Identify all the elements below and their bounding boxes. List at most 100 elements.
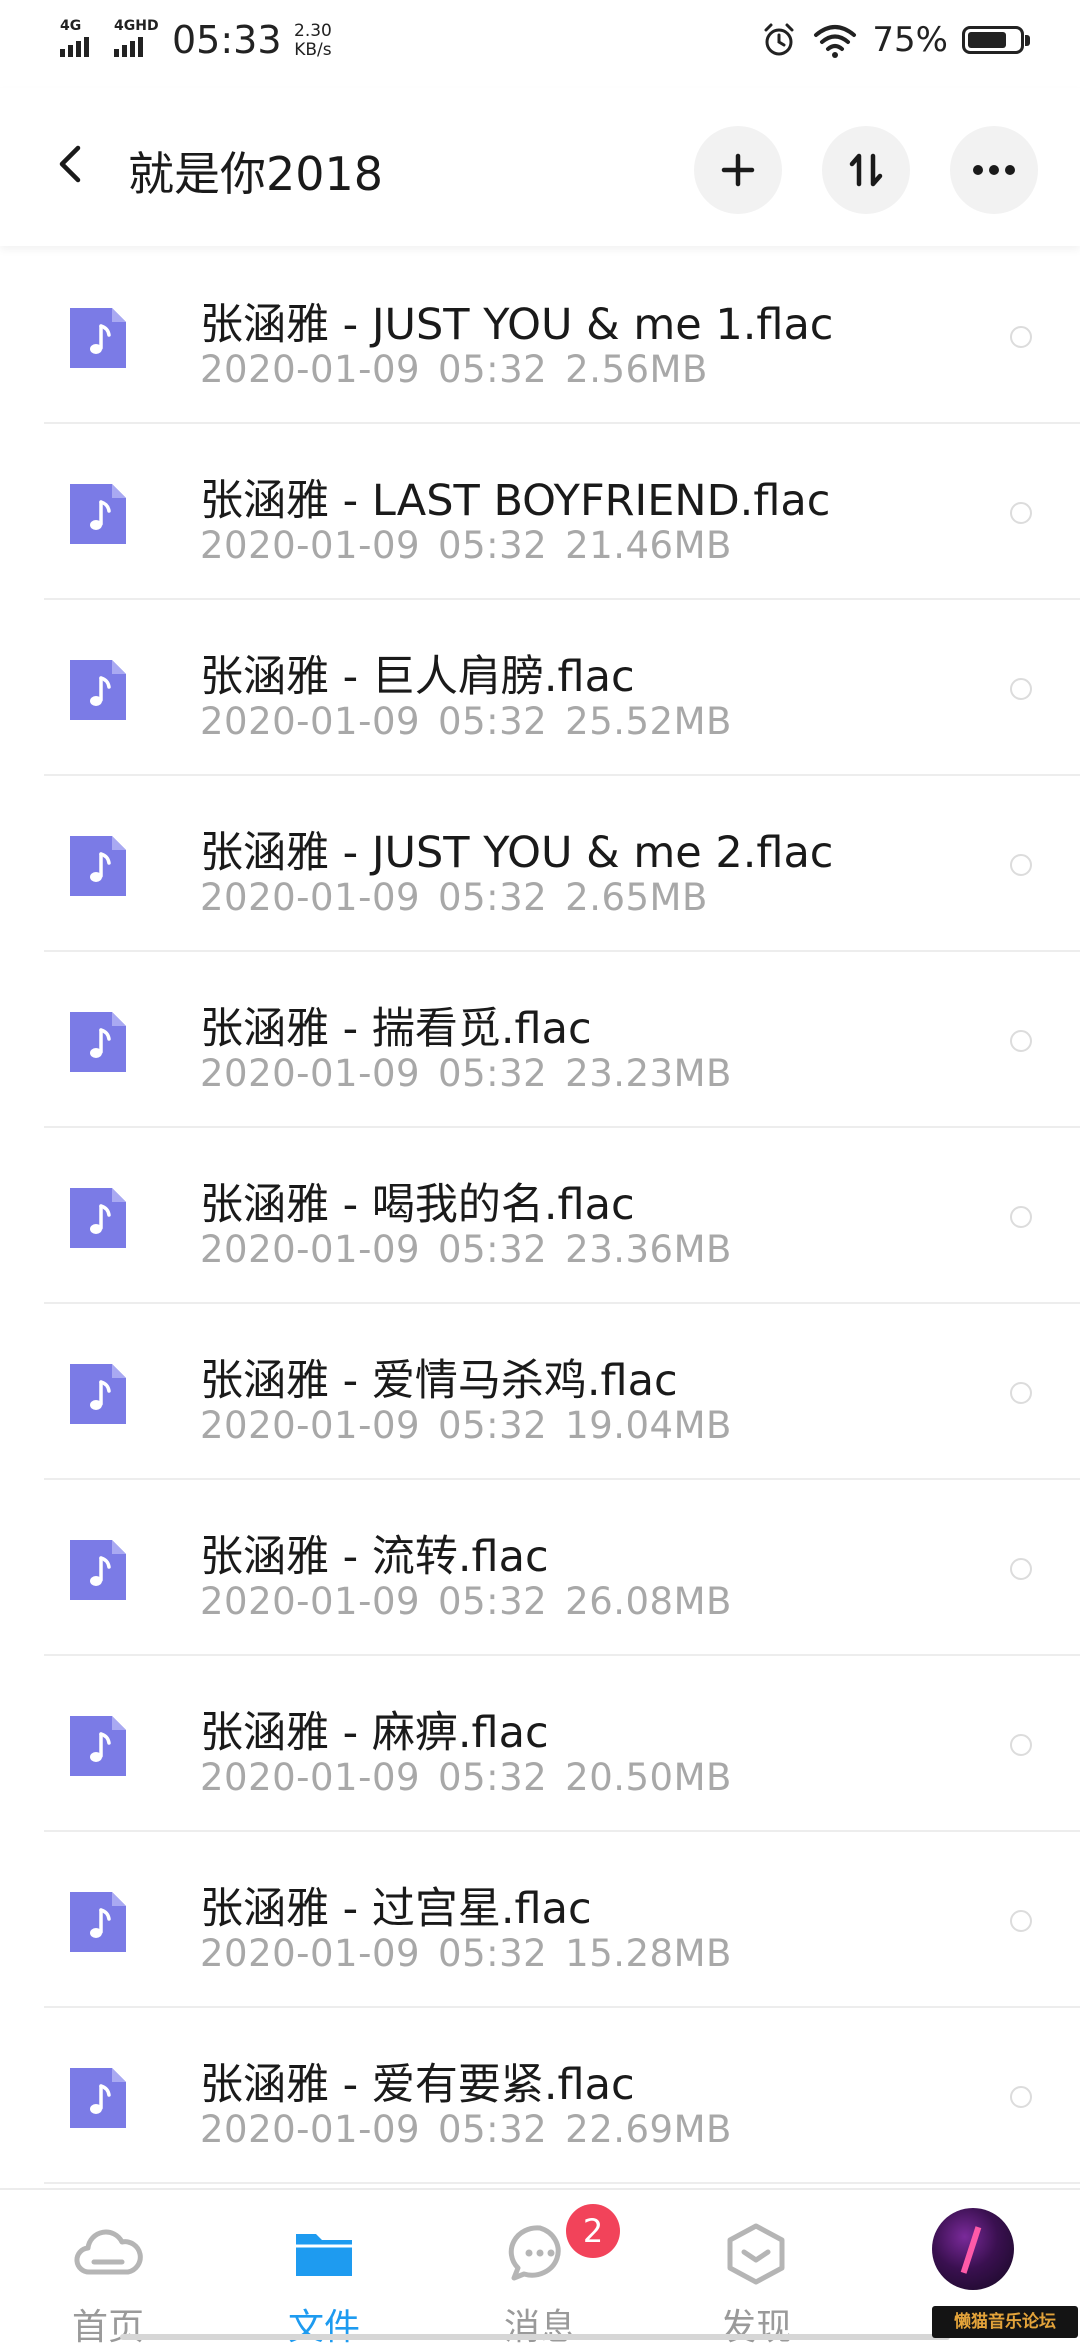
file-row[interactable]: 张涵雅 - 麻痹.flac 2020-01-09 05:32 20.50MB [0,1656,1080,1832]
home-indicator [120,2334,950,2340]
sort-icon [849,153,883,187]
music-file-icon [70,1892,126,1952]
tab-label: 发现 [719,2307,792,2348]
file-row[interactable]: 张涵雅 - 爱有要紧.flac 2020-01-09 05:32 22.69MB [0,2008,1080,2184]
file-date: 2020-01-09 [200,700,421,743]
tab-discover[interactable]: 发现 [648,2190,864,2348]
network-speed: 2.30 KB/s [294,21,332,60]
file-row[interactable]: 张涵雅 - JUST YOU & me 1.flac 2020-01-09 05:… [0,248,1080,424]
file-size: 23.36MB [565,1228,732,1271]
file-name: 张涵雅 - 流转.flac [200,1532,549,1582]
select-radio[interactable] [1010,1030,1032,1052]
more-button[interactable] [950,126,1038,214]
file-name: 张涵雅 - 喝我的名.flac [200,1180,635,1230]
file-name: 张涵雅 - 麻痹.flac [200,1708,549,1758]
file-date: 2020-01-09 [200,1404,421,1447]
select-radio[interactable] [1010,1910,1032,1932]
file-date: 2020-01-09 [200,348,421,391]
select-radio[interactable] [1010,1734,1032,1756]
select-radio[interactable] [1010,1382,1032,1404]
file-time: 05:32 [438,1580,548,1623]
file-meta: 2020-01-09 05:32 21.46MB [200,524,732,567]
status-bar: 4G 4GHD 05:33 2.30 KB/s 75% [0,0,1080,88]
file-row[interactable]: 张涵雅 - 过宫星.flac 2020-01-09 05:32 15.28MB [0,1832,1080,2008]
file-time: 05:32 [438,1756,548,1799]
file-size: 21.46MB [565,524,732,567]
back-button[interactable] [44,136,100,192]
select-radio[interactable] [1010,2086,1032,2108]
battery-fill [968,32,1006,48]
file-row[interactable]: 张涵雅 - LAST BOYFRIEND.flac 2020-01-09 05:3… [0,424,1080,600]
discover-icon [727,2223,785,2285]
music-file-icon [70,660,126,720]
cellular-signal-1: 4G [60,18,89,57]
file-row[interactable]: 张涵雅 - 巨人肩膀.flac 2020-01-09 05:32 25.52MB [0,600,1080,776]
file-size: 2.56MB [565,348,708,391]
select-radio[interactable] [1010,326,1032,348]
music-file-icon [70,1012,126,1072]
file-name: 张涵雅 - 爱有要紧.flac [200,2060,635,2110]
add-button[interactable] [694,126,782,214]
file-time: 05:32 [438,1228,548,1271]
file-row[interactable]: 张涵雅 - 流转.flac 2020-01-09 05:32 26.08MB [0,1480,1080,1656]
file-meta: 2020-01-09 05:32 23.23MB [200,1052,732,1095]
tab-label: 首页 [71,2307,144,2348]
tab-home[interactable]: 首页 [0,2190,216,2348]
music-file-icon [70,1716,126,1776]
music-file-icon [70,836,126,896]
select-radio[interactable] [1010,854,1032,876]
cloud-icon [74,2229,143,2275]
page-title: 就是你2018 [128,147,384,201]
music-file-icon [70,308,126,368]
file-meta: 2020-01-09 05:32 23.36MB [200,1228,732,1271]
file-size: 19.04MB [565,1404,732,1447]
file-name: 张涵雅 - 过宫星.flac [200,1884,592,1934]
music-file-icon [70,1364,126,1424]
select-radio[interactable] [1010,678,1032,700]
sort-button[interactable] [822,126,910,214]
select-radio[interactable] [1010,502,1032,524]
file-meta: 2020-01-09 05:32 25.52MB [200,700,732,743]
music-file-icon [70,484,126,544]
file-name: 张涵雅 - 巨人肩膀.flac [200,652,635,702]
file-row[interactable]: 张涵雅 - 爱情马杀鸡.flac 2020-01-09 05:32 19.04MB [0,1304,1080,1480]
file-meta: 2020-01-09 05:32 26.08MB [200,1580,732,1623]
tab-label: 消息 [503,2307,576,2348]
tab-label: 文件 [287,2307,360,2348]
select-radio[interactable] [1010,1206,1032,1228]
tab-files[interactable]: 文件 [216,2190,432,2348]
file-meta: 2020-01-09 05:32 22.69MB [200,2108,732,2151]
chevron-left-icon [59,145,81,183]
file-time: 05:32 [438,1052,548,1095]
music-file-icon [70,2068,126,2128]
file-date: 2020-01-09 [200,524,421,567]
file-size: 15.28MB [565,1932,732,1975]
file-row[interactable]: 张涵雅 - 揣看觅.flac 2020-01-09 05:32 23.23MB [0,952,1080,1128]
file-size: 22.69MB [565,2108,732,2151]
file-time: 05:32 [438,1932,548,1975]
tab-messages[interactable]: 消息 [432,2190,648,2348]
file-size: 20.50MB [565,1756,732,1799]
file-meta: 2020-01-09 05:32 15.28MB [200,1932,732,1975]
file-time: 05:32 [438,876,548,919]
file-meta: 2020-01-09 05:32 2.56MB [200,348,708,391]
file-row[interactable]: 张涵雅 - JUST YOU & me 2.flac 2020-01-09 05:… [0,776,1080,952]
battery-percent: 75% [872,20,948,60]
clock: 05:33 [172,18,282,62]
file-size: 25.52MB [565,700,732,743]
music-file-icon [70,1188,126,1248]
file-time: 05:32 [438,1404,548,1447]
file-row[interactable]: 张涵雅 - 喝我的名.flac 2020-01-09 05:32 23.36MB [0,1128,1080,1304]
file-date: 2020-01-09 [200,1052,421,1095]
alarm-icon [764,23,794,56]
file-time: 05:32 [438,348,548,391]
file-time: 05:32 [438,524,548,567]
battery-icon [962,26,1030,54]
file-date: 2020-01-09 [200,2108,421,2151]
folder-icon [296,2234,352,2276]
avatar[interactable] [932,2208,1014,2290]
file-date: 2020-01-09 [200,1228,421,1271]
file-size: 23.23MB [565,1052,732,1095]
select-radio[interactable] [1010,1558,1032,1580]
more-horizontal-icon [973,165,1015,175]
